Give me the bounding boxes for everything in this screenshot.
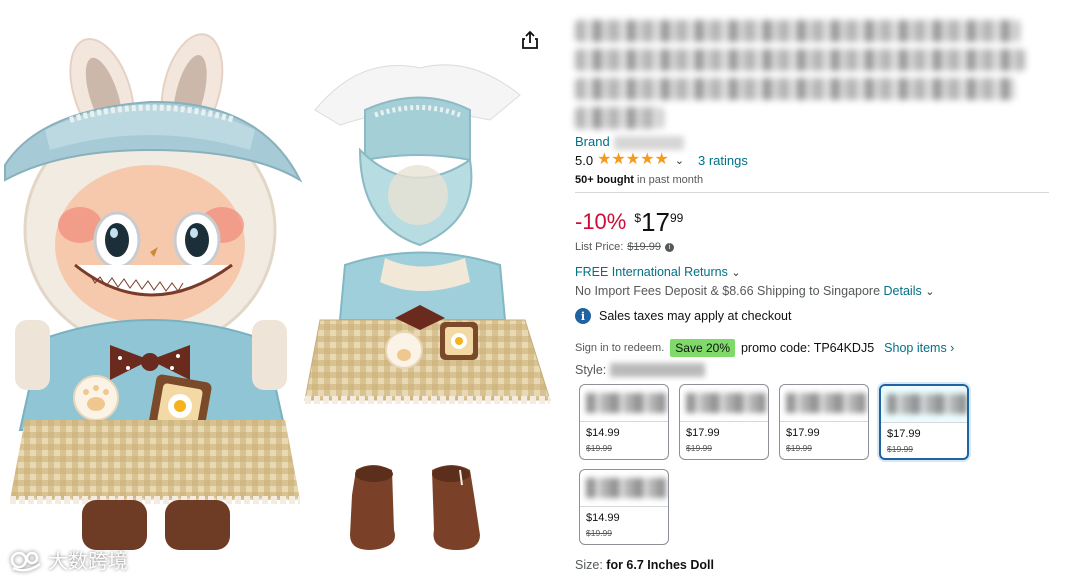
- style-option-old-price: $19.99: [786, 443, 812, 453]
- style-option[interactable]: $14.99 $19.99: [579, 469, 669, 545]
- list-price-value: $19.99: [627, 241, 661, 253]
- style-option-name-redacted: [786, 393, 866, 413]
- style-option-price: $17.99: [686, 427, 720, 439]
- signin-to-redeem[interactable]: Sign in to redeem.: [575, 342, 664, 354]
- shipping-info: No Import Fees Deposit & $8.66 Shipping …: [575, 284, 934, 298]
- style-option-name-redacted: [586, 393, 666, 413]
- brand-label: Brand: [575, 134, 610, 149]
- style-option-name-redacted: [887, 394, 967, 414]
- info-icon[interactable]: i: [664, 242, 674, 252]
- style-label-text: Style:: [575, 363, 607, 377]
- style-option-price: $17.99: [887, 428, 921, 440]
- bought-in-past-month: 50+ bought in past month: [575, 174, 703, 186]
- style-option[interactable]: $17.99 $19.99: [679, 384, 769, 460]
- returns-link[interactable]: FREE International Returns ⌄: [575, 265, 741, 279]
- product-image[interactable]: [0, 0, 560, 582]
- product-image-gallery: 大数跨境: [0, 0, 560, 582]
- divider: [680, 421, 768, 422]
- tax-text: Sales taxes may apply at checkout: [599, 309, 792, 323]
- price-fraction: 99: [669, 211, 684, 225]
- style-option-old-price: $19.99: [586, 528, 612, 538]
- style-label: Style:: [575, 363, 706, 377]
- style-option-old-price: $19.99: [586, 443, 612, 453]
- bought-period: in past month: [633, 174, 704, 186]
- style-value-redacted: [610, 363, 706, 377]
- promo-code-text: promo code: TP64KDJ5: [740, 341, 875, 355]
- style-option-price: $14.99: [586, 427, 620, 439]
- style-option-header: [780, 385, 868, 421]
- style-option[interactable]: $14.99 $19.99: [579, 384, 669, 460]
- style-option[interactable]: $17.99 $19.99: [779, 384, 869, 460]
- style-option-header: [580, 470, 668, 506]
- ratings-count-link[interactable]: 3 ratings: [698, 153, 748, 168]
- star-icon: ★: [597, 151, 612, 168]
- size-value: for 6.7 Inches Doll: [606, 558, 714, 572]
- style-option-name-redacted: [586, 478, 666, 498]
- chevron-down-icon: ⌄: [731, 267, 741, 279]
- star-rating[interactable]: ★ ★ ★ ★ ★: [597, 152, 669, 168]
- list-price: List Price: $19.99 i: [575, 241, 674, 253]
- divider: [580, 506, 668, 507]
- product-details: Brand 5.0 ★ ★ ★ ★ ★ ⌄ 3 ratings 50+ boug…: [575, 0, 1055, 582]
- style-option-price: $14.99: [586, 512, 620, 524]
- style-option-price: $17.99: [786, 427, 820, 439]
- style-option-header: [680, 385, 768, 421]
- style-option-header: [881, 386, 967, 422]
- star-icon: ★: [611, 151, 626, 168]
- chevron-down-icon[interactable]: ⌄: [925, 286, 934, 298]
- share-icon: [522, 30, 538, 49]
- shipping-details-link[interactable]: Details: [884, 284, 922, 298]
- rating-row: 5.0 ★ ★ ★ ★ ★ ⌄ 3 ratings: [575, 152, 748, 168]
- size-selection: Size: for 6.7 Inches Doll: [575, 558, 714, 572]
- star-icon: ★: [640, 151, 655, 168]
- price-row: -10% $ 17 99: [575, 208, 683, 236]
- title-line-redacted: [575, 78, 1015, 100]
- style-option-name-redacted: [686, 393, 766, 413]
- shipping-text: No Import Fees Deposit & $8.66 Shipping …: [575, 284, 881, 298]
- style-option-old-price: $19.99: [887, 444, 913, 454]
- style-option-header: [580, 385, 668, 421]
- title-line-redacted: [575, 49, 1025, 71]
- style-option-selected[interactable]: $17.99 $19.99: [879, 384, 969, 460]
- save-badge[interactable]: Save 20%: [670, 339, 735, 357]
- rating-value: 5.0: [575, 152, 594, 168]
- star-icon: ★: [654, 151, 669, 168]
- divider: [580, 421, 668, 422]
- title-line-redacted: [575, 107, 663, 129]
- list-price-label: List Price:: [575, 241, 624, 253]
- divider: [881, 422, 967, 423]
- brand-link[interactable]: Brand: [575, 134, 684, 150]
- price-whole: 17: [641, 207, 670, 237]
- watermark: 大数跨境: [10, 545, 128, 574]
- star-icon: ★: [625, 151, 641, 168]
- divider: [780, 421, 868, 422]
- title-line-redacted: [575, 20, 1020, 42]
- divider: [575, 192, 1049, 193]
- shop-items-link[interactable]: Shop items ›: [884, 341, 954, 355]
- size-label: Size:: [575, 558, 603, 572]
- watermark-text: 大数跨境: [48, 551, 128, 573]
- tax-notice: i Sales taxes may apply at checkout: [575, 308, 791, 324]
- promo-row: Sign in to redeem. Save 20% promo code: …: [575, 339, 954, 357]
- bought-count: 50+ bought: [575, 174, 634, 186]
- discount-percent: -10%: [575, 209, 627, 234]
- info-icon: i: [575, 308, 591, 324]
- watermark-logo-icon: [10, 551, 41, 571]
- returns-label: FREE International Returns: [575, 265, 728, 279]
- chevron-down-icon[interactable]: ⌄: [675, 154, 684, 167]
- brand-name-redacted: [613, 135, 684, 150]
- style-option-old-price: $19.99: [686, 443, 712, 453]
- share-button[interactable]: [519, 29, 541, 51]
- price-currency: $: [634, 211, 642, 225]
